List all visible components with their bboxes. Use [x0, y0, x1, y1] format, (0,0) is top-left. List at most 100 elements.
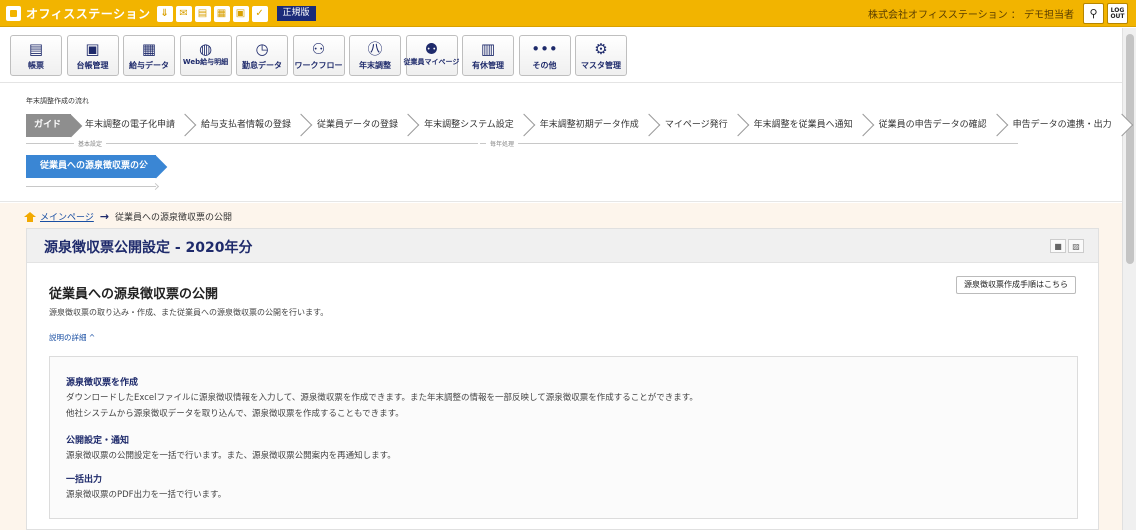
flow-step-label: 年末調整を従業員へ通知: [753, 120, 853, 130]
flow-guide-tab[interactable]: ガイド: [26, 114, 72, 137]
attendance-icon: ◷: [255, 40, 269, 58]
flow-step[interactable]: 従業員の申告データの確認: [864, 114, 999, 137]
detail-text: 源泉徴収票のPDF出力を一括で行います。: [66, 490, 227, 500]
flow-step[interactable]: 給与支払者情報の登録: [187, 114, 304, 137]
main-panel: 源泉徴収票公開設定 - 2020年分 ■ ▨ 従業員への源泉徴収票の公開 源泉徴…: [26, 228, 1099, 530]
user-label: 株式会社オフィスステーション ： デモ担当者: [868, 10, 1074, 21]
flow-step-label: 従業員の申告データの確認: [878, 120, 987, 130]
flow-step-label: 年末調整の電子化申請: [85, 120, 176, 130]
menu-item-workflow[interactable]: ⚇ ワークフロー: [292, 35, 345, 76]
menu-item-web-payslip[interactable]: ◍ Web給与明細: [179, 35, 232, 76]
flow-step[interactable]: 年末調整システム設定: [410, 114, 526, 137]
menu-item-label: 勤怠データ: [242, 61, 282, 70]
menu-item-ledger[interactable]: ▣ 台帳管理: [66, 35, 119, 76]
menu-item-label: 年末調整: [359, 61, 391, 70]
manual-button[interactable]: 源泉徴収票作成手順はこちら: [956, 276, 1076, 294]
flow-title: 年末調整作成の流れ: [26, 97, 89, 105]
detail-text: 源泉徴収票の公開設定を一括で行います。また、源泉徴収票公開案内を再通知します。: [66, 451, 396, 461]
search-button[interactable]: ⚲: [1083, 3, 1104, 24]
panel-header-buttons: ■ ▨: [1048, 239, 1084, 253]
menu-item-master-settings[interactable]: ⚙ マスタ管理: [575, 35, 627, 76]
form-icon: ▤: [28, 40, 44, 58]
paid-leave-icon: ▥: [480, 40, 496, 58]
flow-steps: ガイド 年末調整の電子化申請 給与支払者情報の登録 従業員データの登録 年末調整システ…: [26, 114, 1124, 137]
logout-button[interactable]: LOG OUT: [1107, 3, 1128, 24]
main-menu: ▤ 帳票 ▣ 台帳管理 ▦ 給与データ ◍ Web給与明細 ◷ 勤怠データ ⚇ ワークフロー㊇年末調整…: [0, 28, 1136, 83]
comment-icon: ■: [1054, 241, 1062, 251]
breadcrumb-arrow-icon: →: [99, 210, 110, 223]
page-title: 源泉徴収票公開設定 - 2020年分: [44, 240, 253, 256]
flow-step-label: 従業員データの登録: [317, 120, 399, 130]
menu-item-label: マスタ管理: [581, 61, 621, 70]
scrollbar-thumb[interactable]: [1126, 34, 1134, 264]
search-icon: ⚲: [1089, 7, 1098, 20]
breadcrumb-home-link[interactable]: メインページ: [40, 210, 94, 223]
detail-title: 源泉徴収票を作成: [66, 378, 139, 388]
flow-step-active-label: 従業員への源泉徴収票の公開: [40, 161, 149, 194]
detail-text: ダウンロードしたExcelファイルに源泉徴収情報を入力して、源泉徴収票を作成でき…: [66, 393, 698, 403]
payroll-data-icon: ▦: [141, 40, 157, 58]
detail-title: 一括出力: [66, 475, 103, 485]
flow-step-label: 申告データの連携・出力: [1012, 120, 1112, 130]
flow-step-label: 給与支払者情報の登録: [201, 120, 292, 130]
menu-item-label: 有休管理: [472, 61, 504, 70]
menu-item-year-end[interactable]: ㊇年末調整: [349, 35, 401, 76]
employee-mypage-icon: ⚉: [424, 40, 439, 58]
page-scrollbar[interactable]: [1122, 28, 1136, 530]
more-icon: •••: [531, 40, 558, 58]
menu-item-label: ワークフロー: [294, 61, 343, 70]
phase-line-yearly: [480, 143, 1018, 144]
menu-item-employee-mypage[interactable]: ⚉ 従業員マイページ: [404, 35, 459, 76]
menu-list: ▤ 帳票 ▣ 台帳管理 ▦ 給与データ ◍ Web給与明細 ◷ 勤怠データ ⚇ ワークフロー㊇年末調整…: [10, 35, 632, 76]
flow-step-label: 年末調整初期データ作成: [539, 120, 639, 130]
ledger-icon: ▣: [85, 40, 100, 58]
menu-item-more[interactable]: ••• その他: [518, 35, 571, 76]
phase-label-basic: 基本設定: [74, 139, 107, 148]
master-settings-icon: ⚙: [594, 40, 608, 58]
menu-item-attendance[interactable]: ◷ 勤怠データ: [236, 35, 288, 76]
check-icon[interactable]: ✓: [251, 5, 268, 22]
flow-step[interactable]: 年末調整を従業員へ通知: [739, 114, 865, 137]
flow-arrow-head: [151, 182, 160, 191]
menu-item-label: その他: [532, 61, 557, 70]
download-icon[interactable]: ⇓: [156, 5, 173, 22]
top-bar: オフィスステーション ⇓ ✉ ▤ ▦ ▣ ✓ 正規版 株式会社オフィスステーショ…: [0, 0, 1136, 27]
brand-name: オフィスステーション: [26, 7, 151, 21]
calendar-icon[interactable]: ▦: [213, 5, 230, 22]
menu-item-label: 給与データ: [129, 61, 169, 70]
phase-label-yearly: 毎年処理: [486, 139, 519, 148]
brand-logo-icon: [6, 6, 21, 21]
flow-step[interactable]: マイページ発行: [650, 114, 740, 137]
menu-item-form[interactable]: ▤ 帳票: [10, 35, 62, 76]
flow-arrow-line: [26, 186, 156, 187]
year-end-icon: ㊇: [367, 40, 383, 58]
detail-text: 他社システムから源泉徴収データを取り込んで、源泉徴収票を作成することもできます。: [66, 409, 404, 419]
note-button[interactable]: ▨: [1068, 239, 1084, 253]
flow-step[interactable]: 年末調整初期データ作成: [525, 114, 651, 137]
menu-item-label: 台帳管理: [76, 61, 109, 70]
breadcrumb-current: 従業員への源泉徴収票の公開: [115, 213, 233, 223]
flow-step-active[interactable]: 従業員への源泉徴収票の公開: [26, 155, 156, 194]
mail-icon[interactable]: ✉: [175, 5, 192, 22]
comment-button[interactable]: ■: [1050, 239, 1066, 253]
panel-header: 源泉徴収票公開設定 - 2020年分 ■ ▨: [27, 229, 1098, 263]
flow-step-label: マイページ発行: [664, 120, 728, 130]
flow-step-label: 年末調整システム設定: [424, 120, 514, 130]
brand[interactable]: オフィスステーション ⇓ ✉ ▤ ▦ ▣ ✓ 正規版: [6, 5, 316, 22]
menu-item-payroll-data[interactable]: ▦ 給与データ: [123, 35, 175, 76]
flow-step[interactable]: 年末調整の電子化申請: [71, 114, 188, 137]
menu-item-label: Web給与明細: [182, 58, 229, 66]
logout-label: LOG OUT: [1110, 6, 1125, 20]
year-end-flow: 年末調整作成の流れ ガイド 年末調整の電子化申請 給与支払者情報の登録 従業員データ…: [0, 84, 1136, 202]
menu-item-paid-leave[interactable]: ▥ 有休管理: [462, 35, 514, 76]
note-icon: ▨: [1072, 241, 1080, 251]
flow-guide-label: ガイド: [34, 120, 62, 130]
web-payslip-icon: ◍: [198, 40, 213, 58]
flow-step[interactable]: 申告データの連携・出力: [998, 114, 1124, 137]
home-icon: [24, 211, 36, 222]
file-icon[interactable]: ▤: [194, 5, 211, 22]
section-title: 従業員への源泉徴収票の公開: [49, 287, 219, 302]
details-toggle[interactable]: 説明の詳細 ^: [49, 332, 95, 343]
document-icon[interactable]: ▣: [232, 5, 249, 22]
flow-step[interactable]: 従業員データの登録: [303, 114, 411, 137]
